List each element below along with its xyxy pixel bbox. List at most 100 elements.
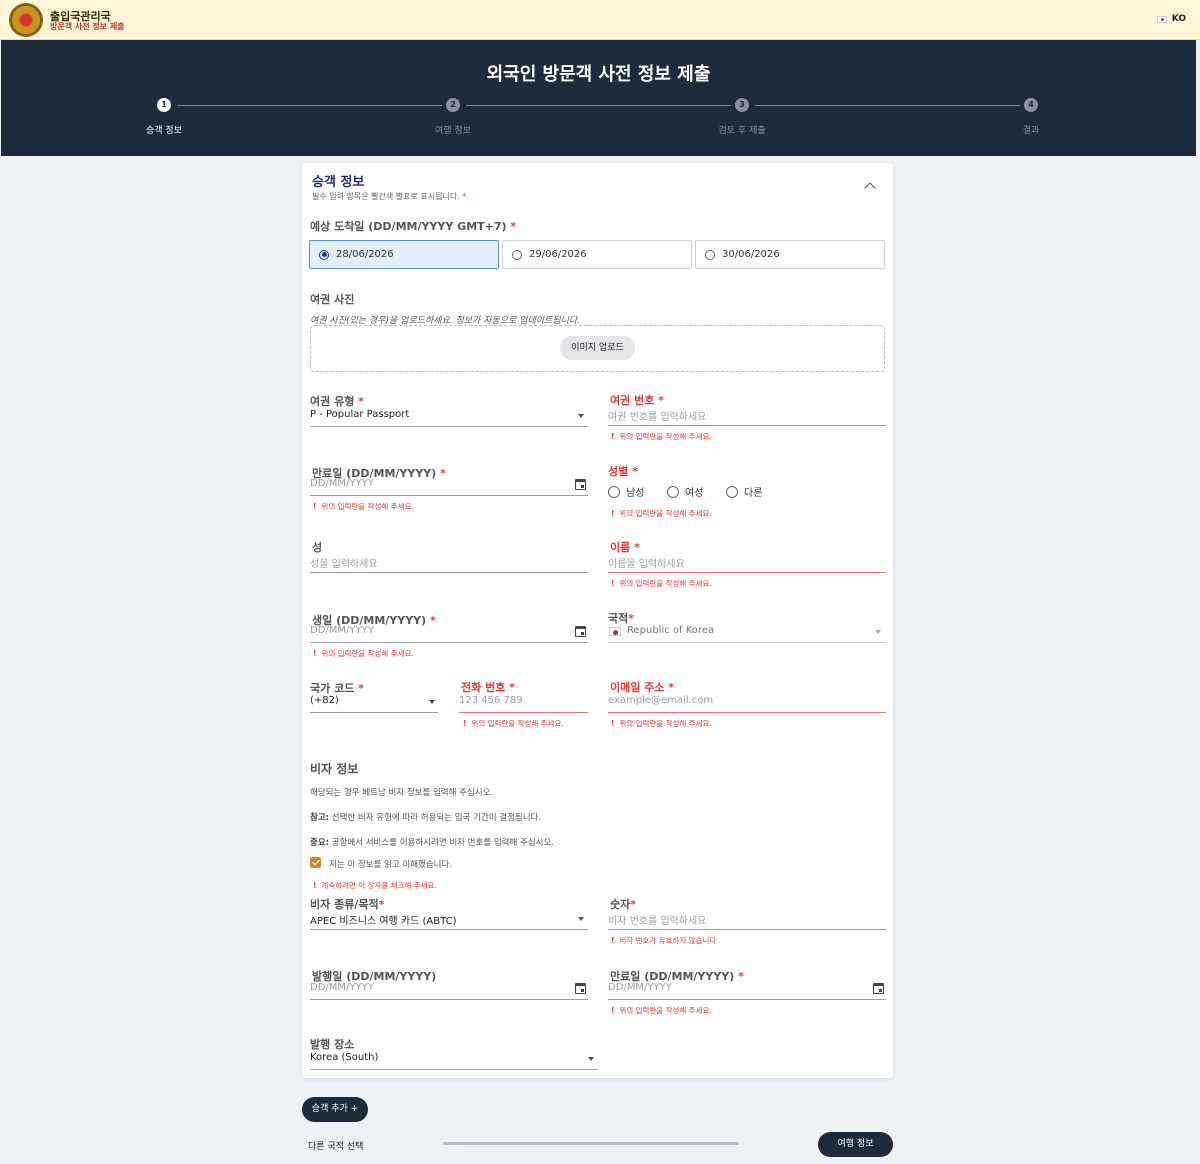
stepper-line bbox=[466, 105, 731, 106]
top-bar: 출입국관리국 방문객 사전 정보 제출 KO bbox=[0, 0, 1200, 40]
arrival-option-2[interactable]: 29/06/2026 bbox=[502, 240, 692, 269]
gender-male-option[interactable]: 남성 bbox=[608, 484, 644, 499]
visa-number-error: ! 비자 번호가 유효하지 않습니다 bbox=[611, 936, 717, 945]
step-1-label: 승객 정보 bbox=[146, 126, 182, 136]
error-icon: ! bbox=[611, 1006, 615, 1015]
calendar-icon[interactable] bbox=[575, 626, 586, 637]
dropdown-caret-icon bbox=[588, 1057, 594, 1061]
country-code-label: 국가 코드 * bbox=[310, 682, 364, 695]
acknowledge-error: ! 계속하려면 이 상자를 체크해 주세요. bbox=[313, 881, 437, 890]
given-name-label: 이름 * bbox=[610, 541, 640, 554]
nationality-label: 국적* bbox=[608, 612, 635, 625]
gender-error: ! 위의 입력란을 작성해 주세요. bbox=[611, 509, 712, 518]
other-nationality-label: 다른 국적 선택 bbox=[308, 1142, 364, 1152]
acknowledge-checkbox[interactable] bbox=[310, 857, 321, 868]
dropdown-caret-icon bbox=[875, 630, 881, 634]
upload-image-button[interactable]: 이미지 업로드 bbox=[560, 336, 635, 360]
visa-number-label: 숫자* bbox=[610, 898, 637, 911]
language-selector[interactable]: KO bbox=[1156, 14, 1186, 24]
korea-flag-icon bbox=[1156, 15, 1167, 23]
dropdown-caret-icon bbox=[578, 917, 584, 921]
step-4-label: 결과 bbox=[1022, 126, 1040, 136]
calendar-icon[interactable] bbox=[575, 983, 586, 994]
required-note: 필수 입력 항목은 빨간색 별표로 표시됩니다. * bbox=[312, 192, 467, 201]
error-icon: ! bbox=[313, 502, 317, 511]
add-passenger-button[interactable]: 승객 추가 + bbox=[302, 1097, 368, 1122]
visa-issue-date-input[interactable]: DD/MM/YYYY bbox=[310, 982, 588, 1000]
phone-input[interactable]: 123 456 789 bbox=[459, 695, 588, 713]
step-3-label: 검토 후 제출 bbox=[718, 126, 766, 136]
error-icon: ! bbox=[313, 881, 317, 890]
radio-icon bbox=[667, 485, 679, 498]
arrival-date-label: 예상 도착일 (DD/MM/YYYY GMT+7) * bbox=[310, 220, 517, 233]
visa-info-text: 해당되는 경우 베트남 비자 정보를 입력해 주십시오. bbox=[310, 788, 494, 798]
issue-place-select[interactable]: Korea (South) bbox=[310, 1052, 598, 1070]
next-travel-info-button[interactable]: 여행 정보 bbox=[818, 1132, 893, 1157]
calendar-icon[interactable] bbox=[873, 983, 884, 994]
passport-expiry-input[interactable]: DD/MM/YYYY bbox=[310, 478, 588, 496]
email-error: ! 위의 입력란을 작성해 주세요. bbox=[611, 719, 712, 728]
issue-place-label: 발행 장소 bbox=[310, 1038, 355, 1051]
step-2-label: 여행 정보 bbox=[435, 126, 471, 136]
gender-label: 성별 * bbox=[608, 465, 638, 478]
passport-number-error: ! 위의 입력란을 작성해 주세요. bbox=[611, 432, 712, 441]
error-icon: ! bbox=[611, 579, 615, 588]
passport-photo-label: 여권 사진 bbox=[310, 293, 355, 306]
error-icon: ! bbox=[611, 719, 615, 728]
passport-type-label: 여권 유형 * bbox=[310, 395, 364, 408]
given-name-error: ! 위의 입력란을 작성해 주세요. bbox=[611, 579, 712, 588]
step-2-dot[interactable]: 2 bbox=[446, 98, 460, 112]
error-icon: ! bbox=[313, 649, 317, 658]
dob-error: ! 위의 입력란을 작성해 주세요. bbox=[313, 649, 414, 658]
dob-input[interactable]: DD/MM/YYYY bbox=[310, 625, 588, 643]
step-3-dot[interactable]: 3 bbox=[735, 98, 749, 112]
section-title: 승객 정보 bbox=[312, 175, 365, 190]
visa-note-text: 참고: 선택한 비자 유형에 따라 허용되는 입국 기간이 결정됩니다. bbox=[310, 813, 542, 823]
error-icon: ! bbox=[611, 432, 615, 441]
step-1-dot[interactable]: 1 bbox=[157, 98, 171, 112]
email-input[interactable]: example@email.com bbox=[608, 695, 886, 713]
other-nationality-slider[interactable] bbox=[443, 1142, 739, 1145]
visa-number-input[interactable]: 비자 번호를 입력하세요 bbox=[608, 912, 886, 930]
dropdown-caret-icon bbox=[429, 700, 435, 704]
passport-type-select[interactable]: P - Popular Passport bbox=[310, 409, 588, 427]
visa-expiry-error: ! 위의 입력란을 작성해 주세요. bbox=[611, 1006, 712, 1015]
surname-label: 성 bbox=[312, 541, 323, 554]
calendar-icon[interactable] bbox=[575, 479, 586, 490]
language-code: KO bbox=[1171, 14, 1186, 24]
visa-type-select[interactable]: APEC 비즈니스 여행 카드 (ABTC) bbox=[310, 912, 588, 930]
visa-section-title: 비자 정보 bbox=[310, 762, 359, 776]
passport-type-value: P - Popular Passport bbox=[310, 409, 410, 420]
passport-number-input[interactable]: 여권 번호를 입력하세요 bbox=[608, 408, 886, 426]
page-header: 외국인 방문객 사전 정보 제출 1 2 3 4 승객 정보 여행 정보 검토 … bbox=[1, 40, 1196, 156]
radio-icon bbox=[726, 485, 738, 498]
passport-number-label: 여권 번호 * bbox=[610, 394, 664, 407]
given-name-input[interactable]: 이름을 입력하세요 bbox=[608, 555, 886, 573]
error-icon: ! bbox=[463, 719, 467, 728]
nationality-value: Republic of Korea bbox=[627, 625, 715, 636]
gender-female-option[interactable]: 여성 bbox=[667, 484, 703, 499]
error-icon: ! bbox=[611, 936, 615, 945]
visa-expiry-input[interactable]: DD/MM/YYYY bbox=[608, 982, 886, 1000]
acknowledge-label: 저는 이 정보를 읽고 이해했습니다. bbox=[329, 860, 452, 870]
org-subtitle: 방문객 사전 정보 제출 bbox=[50, 22, 125, 31]
arrival-option-1[interactable]: 28/06/2026 bbox=[309, 240, 499, 269]
gender-other-option[interactable]: 다른 bbox=[726, 484, 762, 499]
radio-selected-icon bbox=[319, 249, 329, 260]
nationality-select[interactable]: Republic of Korea bbox=[608, 625, 886, 643]
phone-error: ! 위의 입력란을 작성해 주세요. bbox=[463, 719, 564, 728]
error-icon: ! bbox=[611, 509, 615, 518]
visa-important-text: 중요: 공항에서 서비스를 이용하시려면 비자 번호를 입력해 주십시오. bbox=[310, 838, 554, 848]
country-code-select[interactable]: (+82) bbox=[310, 695, 438, 713]
step-4-dot[interactable]: 4 bbox=[1024, 98, 1038, 112]
korea-flag-icon bbox=[609, 627, 621, 636]
radio-icon bbox=[512, 249, 522, 260]
dropdown-caret-icon bbox=[578, 414, 584, 418]
passport-expiry-error: ! 위의 입력란을 작성해 주세요. bbox=[313, 502, 414, 511]
stepper-line bbox=[177, 105, 442, 106]
page-title: 외국인 방문객 사전 정보 제출 bbox=[486, 64, 711, 85]
arrival-option-3[interactable]: 30/06/2026 bbox=[695, 240, 885, 269]
surname-input[interactable]: 성을 입력하세요 bbox=[310, 555, 588, 573]
radio-icon bbox=[608, 485, 620, 498]
radio-icon bbox=[705, 249, 715, 260]
